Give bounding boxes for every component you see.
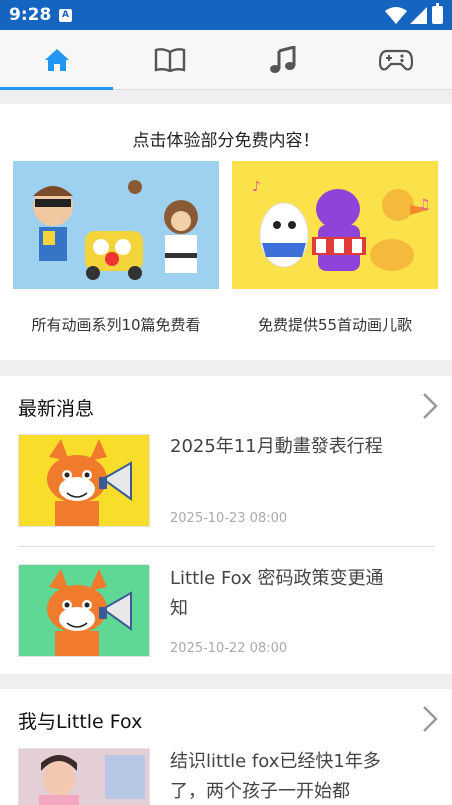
reviews-card: 我与Little Fox 结识little fox已经快1年多了，两个孩子一开始…: [0, 689, 452, 805]
reviews-section-title[interactable]: 我与Little Fox: [18, 707, 142, 734]
chevron-right-icon[interactable]: [422, 705, 438, 733]
wifi-icon: [385, 7, 407, 24]
promo-label-animations[interactable]: 所有动画系列10篇免费看: [3, 314, 229, 335]
news-divider: [18, 546, 434, 547]
news-thumbnail: [18, 564, 150, 657]
signal-icon: [410, 7, 427, 24]
battery-charging-icon: [432, 3, 443, 24]
fox-megaphone-illustration: [19, 435, 149, 526]
music-note-icon: [269, 46, 295, 73]
svg-text:♫: ♫: [418, 197, 431, 213]
promo-cartoon-image[interactable]: [13, 161, 219, 289]
child-photo-illustration: [19, 749, 149, 805]
status-bar: 9:28 A: [0, 0, 452, 30]
news-item-title: Little Fox 密码政策变更通知: [170, 568, 384, 619]
book-icon: [154, 48, 185, 72]
news-card: 最新消息 2025年11月動畫發表行程 2025-10-23 08:00 Lit…: [0, 376, 452, 674]
news-section-title[interactable]: 最新消息: [18, 394, 94, 421]
tab-books[interactable]: [113, 30, 226, 90]
promo-label-songs[interactable]: 免费提供55首动画儿歌: [222, 314, 448, 335]
tab-home[interactable]: [0, 30, 113, 90]
gamepad-icon: [378, 49, 413, 71]
tab-games[interactable]: [339, 30, 452, 90]
cartoon-characters-illustration: [13, 161, 219, 289]
fox-megaphone-illustration: [19, 565, 149, 656]
home-icon: [44, 49, 69, 71]
status-time: 9:28: [9, 5, 52, 25]
news-thumbnail: [18, 434, 150, 527]
tab-songs[interactable]: [226, 30, 339, 90]
singing-characters-illustration: ♪ ♫: [232, 161, 438, 289]
review-text: 结识little fox已经快1年多了，两个孩子一开始都: [170, 751, 381, 802]
news-item-title: 2025年11月動畫發表行程: [170, 436, 383, 457]
promo-title: 点击体验部分免费内容！: [132, 131, 320, 151]
promo-card: 点击体验部分免费内容！ ♪ ♫ 所有动画系列10篇免费看 免费提供55首动画儿歌: [0, 104, 452, 360]
review-photo: [18, 748, 150, 805]
chevron-right-icon[interactable]: [422, 392, 438, 420]
tab-bar: [0, 30, 452, 90]
news-item-date: 2025-10-22 08:00: [170, 641, 288, 656]
news-item-date: 2025-10-23 08:00: [170, 511, 288, 526]
promo-songs-image[interactable]: ♪ ♫: [232, 161, 438, 289]
sim-badge-icon: A: [59, 9, 72, 22]
svg-text:♪: ♪: [252, 179, 261, 195]
